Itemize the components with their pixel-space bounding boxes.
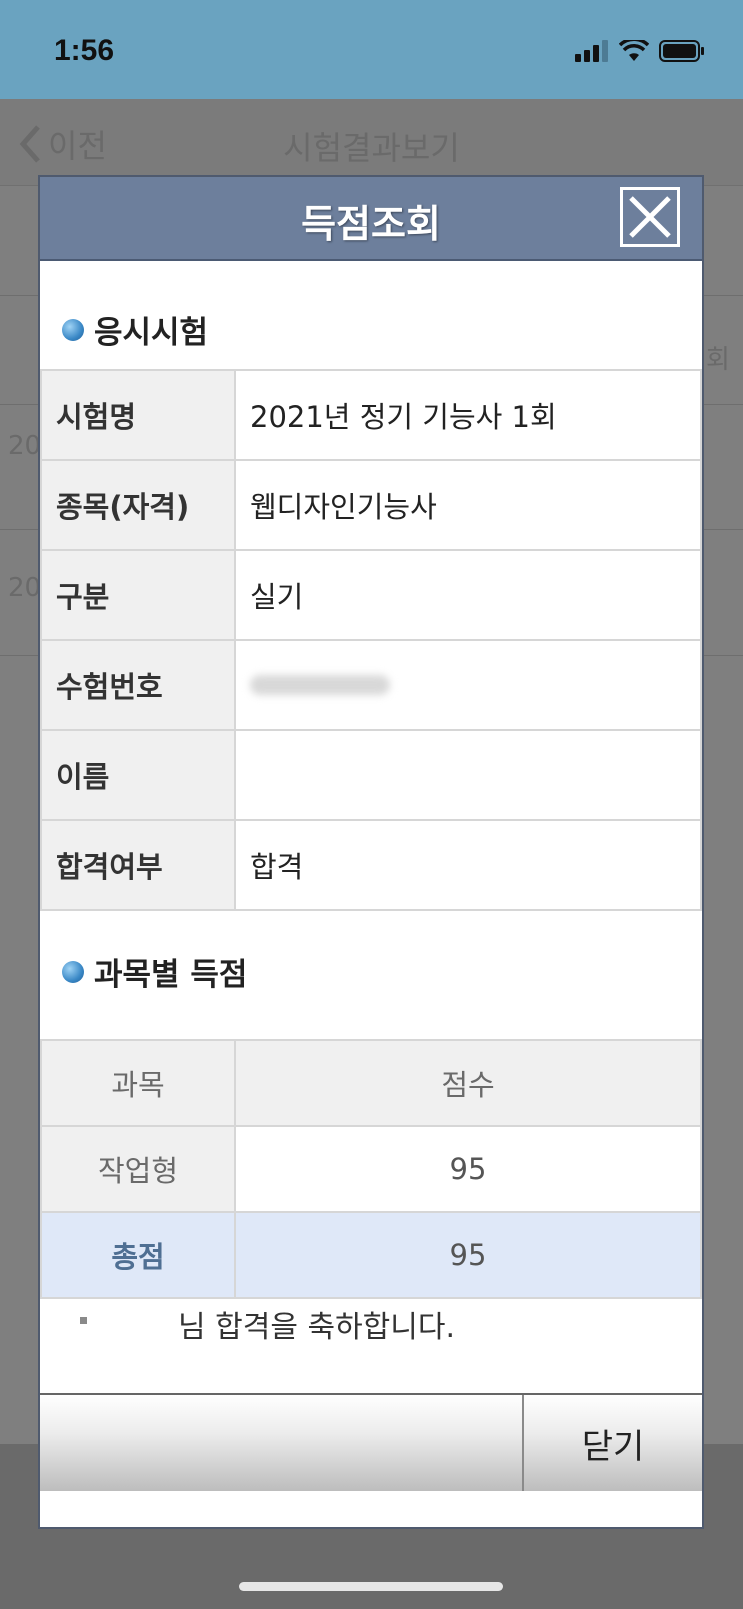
dialog-footer: 닫기 bbox=[40, 1393, 702, 1529]
status-bar: 1:56 bbox=[0, 0, 743, 99]
close-button[interactable]: 닫기 bbox=[524, 1395, 702, 1491]
close-icon[interactable] bbox=[620, 187, 680, 247]
bullet-icon bbox=[62, 318, 84, 341]
exam-section-heading: 응시시험 bbox=[62, 307, 208, 352]
congrats-message: 님 합격을 축하합니다. bbox=[178, 1310, 456, 1345]
dialog-header: 득점조회 bbox=[40, 177, 702, 261]
exam-name-value: 2021년 정기 기능사 1회 bbox=[234, 369, 702, 461]
table-row: 작업형 95 bbox=[40, 1125, 702, 1213]
background-text: 회 bbox=[706, 345, 730, 375]
wifi-icon bbox=[619, 40, 649, 61]
score-dialog: 득점조회 응시시험 시험명 2021년 정기 기능사 1회 종목(자격) 웹디자… bbox=[38, 175, 704, 1529]
table-header-row: 과목 점수 bbox=[40, 1039, 702, 1127]
total-row: 총점 95 bbox=[40, 1211, 702, 1299]
pass-status-label: 합격여부 bbox=[40, 819, 236, 911]
battery-icon bbox=[659, 40, 704, 62]
congrats-line: 님 합격을 축하합니다. bbox=[40, 1287, 702, 1387]
qualification-label: 종목(자격) bbox=[40, 459, 236, 551]
category-label: 구분 bbox=[40, 549, 236, 641]
redacted-name-marker bbox=[80, 1317, 87, 1324]
background-nav-bar: 이전 시험결과보기 bbox=[0, 99, 743, 186]
exam-number-value bbox=[234, 639, 702, 731]
table-row: 수험번호 bbox=[40, 639, 702, 731]
table-row: 구분 실기 bbox=[40, 549, 702, 641]
dialog-title: 득점조회 bbox=[301, 202, 441, 246]
table-row: 종목(자격) 웹디자인기능사 bbox=[40, 459, 702, 551]
background-page-title: 시험결과보기 bbox=[283, 129, 460, 167]
table-row: 시험명 2021년 정기 기능사 1회 bbox=[40, 369, 702, 461]
name-value bbox=[234, 729, 702, 821]
status-time: 1:56 bbox=[54, 34, 115, 67]
score-column-header: 점수 bbox=[234, 1039, 702, 1127]
status-icons bbox=[575, 40, 705, 62]
exam-name-label: 시험명 bbox=[40, 369, 236, 461]
qualification-value: 웹디자인기능사 bbox=[234, 459, 702, 551]
pass-status-value: 합격 bbox=[234, 819, 702, 911]
exam-section-title: 응시시험 bbox=[94, 315, 209, 351]
total-score: 95 bbox=[234, 1211, 702, 1299]
background-text: 20 bbox=[8, 573, 42, 603]
category-value: 실기 bbox=[234, 549, 702, 641]
subject-score: 95 bbox=[234, 1125, 702, 1213]
score-section-heading: 과목별 득점 bbox=[62, 949, 247, 994]
table-row: 이름 bbox=[40, 729, 702, 821]
table-row: 합격여부 합격 bbox=[40, 819, 702, 911]
home-indicator bbox=[239, 1582, 503, 1591]
redacted-value bbox=[250, 675, 390, 695]
subject-score-table: 과목 점수 작업형 95 총점 95 bbox=[40, 1039, 702, 1299]
name-label: 이름 bbox=[40, 729, 236, 821]
footer-spacer bbox=[40, 1395, 524, 1491]
subject-column-header: 과목 bbox=[40, 1039, 236, 1127]
score-section-title: 과목별 득점 bbox=[94, 957, 248, 993]
background-text: 20 bbox=[8, 431, 42, 461]
exam-info-table: 시험명 2021년 정기 기능사 1회 종목(자격) 웹디자인기능사 구분 실기… bbox=[40, 369, 702, 911]
subject-name: 작업형 bbox=[40, 1125, 236, 1213]
exam-number-label: 수험번호 bbox=[40, 639, 236, 731]
signal-icon bbox=[575, 40, 608, 62]
total-label: 총점 bbox=[40, 1211, 236, 1299]
bullet-icon bbox=[62, 960, 84, 983]
